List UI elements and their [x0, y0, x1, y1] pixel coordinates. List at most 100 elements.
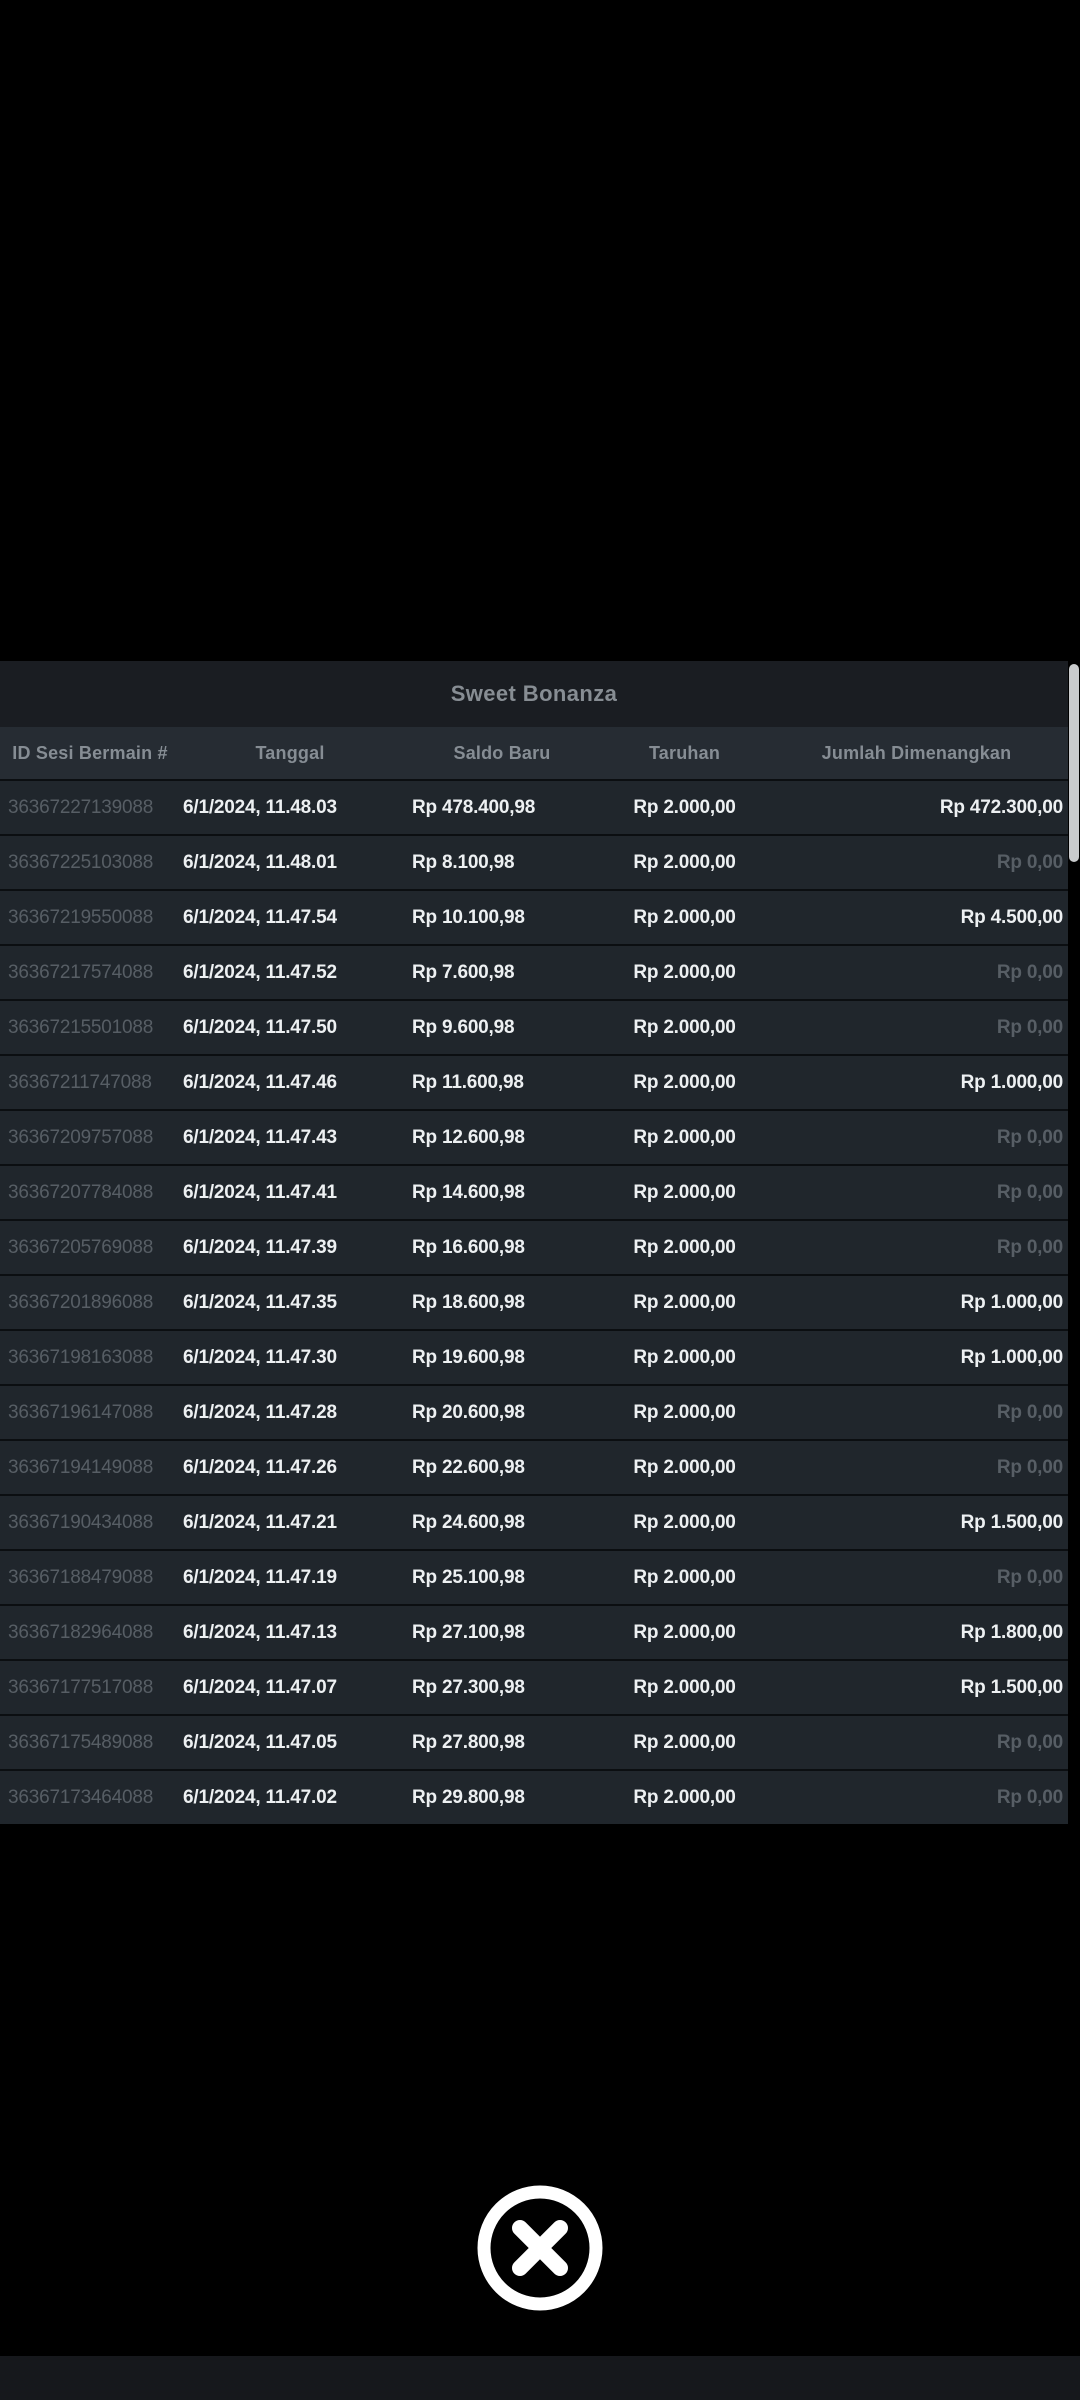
- table-row: 36367205769088 6/1/2024, 11.47.39 Rp 16.…: [0, 1219, 1068, 1274]
- cell-new-balance: Rp 29.800,98: [412, 1786, 525, 1808]
- cell-date: 6/1/2024, 11.47.41: [183, 1181, 337, 1203]
- cell-new-balance: Rp 478.400,98: [412, 796, 536, 818]
- cell-win-amount: Rp 1.000,00: [960, 1291, 1064, 1313]
- cell-new-balance: Rp 9.600,98: [412, 1016, 515, 1038]
- cell-new-balance: Rp 27.300,98: [412, 1676, 525, 1698]
- close-button[interactable]: [477, 2185, 603, 2311]
- cell-session-id: 36367211747088: [8, 1071, 152, 1093]
- cell-bet: Rp 2.000,00: [633, 851, 736, 873]
- cell-bet: Rp 2.000,00: [633, 1621, 736, 1643]
- cell-bet: Rp 2.000,00: [633, 1786, 736, 1808]
- cell-win-amount: Rp 0,00: [996, 1236, 1063, 1258]
- table-row: 36367175489088 6/1/2024, 11.47.05 Rp 27.…: [0, 1714, 1068, 1769]
- cell-bet: Rp 2.000,00: [633, 1676, 736, 1698]
- cell-session-id: 36367173464088: [8, 1786, 154, 1808]
- cell-session-id: 36367225103088: [8, 851, 154, 873]
- cell-win-amount: Rp 0,00: [996, 851, 1063, 873]
- cell-bet: Rp 2.000,00: [633, 906, 736, 928]
- table-row: 36367207784088 6/1/2024, 11.47.41 Rp 14.…: [0, 1164, 1068, 1219]
- cell-new-balance: Rp 22.600,98: [412, 1456, 525, 1478]
- cell-session-id: 36367205769088: [8, 1236, 154, 1258]
- cell-session-id: 36367227139088: [8, 796, 154, 818]
- cell-bet: Rp 2.000,00: [633, 1401, 736, 1423]
- cell-win-amount: Rp 0,00: [996, 1016, 1063, 1038]
- cell-session-id: 36367209757088: [8, 1126, 154, 1148]
- cell-bet: Rp 2.000,00: [633, 1126, 736, 1148]
- cell-new-balance: Rp 8.100,98: [412, 851, 515, 873]
- cell-new-balance: Rp 27.800,98: [412, 1731, 525, 1753]
- cell-date: 6/1/2024, 11.47.46: [183, 1071, 337, 1093]
- cell-new-balance: Rp 27.100,98: [412, 1621, 525, 1643]
- cell-bet: Rp 2.000,00: [633, 1511, 736, 1533]
- cell-date: 6/1/2024, 11.47.43: [183, 1126, 337, 1148]
- cell-date: 6/1/2024, 11.47.28: [183, 1401, 337, 1423]
- x-circle-icon: [477, 2185, 603, 2311]
- cell-new-balance: Rp 16.600,98: [412, 1236, 525, 1258]
- cell-session-id: 36367188479088: [8, 1566, 154, 1588]
- cell-date: 6/1/2024, 11.47.13: [183, 1621, 337, 1643]
- column-header-date: Tanggal: [255, 742, 325, 763]
- game-title: Sweet Bonanza: [450, 681, 618, 706]
- cell-date: 6/1/2024, 11.47.02: [183, 1786, 337, 1808]
- cell-bet: Rp 2.000,00: [633, 1456, 736, 1478]
- cell-bet: Rp 2.000,00: [633, 1566, 736, 1588]
- cell-new-balance: Rp 18.600,98: [412, 1291, 525, 1313]
- cell-session-id: 36367201896088: [8, 1291, 154, 1313]
- cell-win-amount: Rp 0,00: [996, 1181, 1063, 1203]
- cell-win-amount: Rp 1.500,00: [960, 1676, 1064, 1698]
- cell-date: 6/1/2024, 11.47.50: [183, 1016, 337, 1038]
- cell-win-amount: Rp 4.500,00: [960, 906, 1064, 928]
- table-row: 36367182964088 6/1/2024, 11.47.13 Rp 27.…: [0, 1604, 1068, 1659]
- cell-date: 6/1/2024, 11.47.05: [183, 1731, 337, 1753]
- table-row: 36367219550088 6/1/2024, 11.47.54 Rp 10.…: [0, 889, 1068, 944]
- cell-win-amount: Rp 1.000,00: [960, 1071, 1064, 1093]
- table-row: 36367198163088 6/1/2024, 11.47.30 Rp 19.…: [0, 1329, 1068, 1384]
- cell-session-id: 36367215501088: [8, 1016, 154, 1038]
- table-row: 36367209757088 6/1/2024, 11.47.43 Rp 12.…: [0, 1109, 1068, 1164]
- cell-new-balance: Rp 12.600,98: [412, 1126, 525, 1148]
- cell-win-amount: Rp 0,00: [996, 1401, 1063, 1423]
- table-row: 36367196147088 6/1/2024, 11.47.28 Rp 20.…: [0, 1384, 1068, 1439]
- cell-new-balance: Rp 11.600,98: [412, 1071, 524, 1093]
- table-row: 36367217574088 6/1/2024, 11.47.52 Rp 7.6…: [0, 944, 1068, 999]
- cell-date: 6/1/2024, 11.47.54: [183, 906, 337, 928]
- cell-date: 6/1/2024, 11.47.26: [183, 1456, 337, 1478]
- cell-bet: Rp 2.000,00: [633, 961, 736, 983]
- cell-new-balance: Rp 10.100,98: [412, 906, 525, 928]
- table-row: 36367215501088 6/1/2024, 11.47.50 Rp 9.6…: [0, 999, 1068, 1054]
- cell-win-amount: Rp 1.000,00: [960, 1346, 1064, 1368]
- cell-session-id: 36367182964088: [8, 1621, 154, 1643]
- table-row: 36367190434088 6/1/2024, 11.47.21 Rp 24.…: [0, 1494, 1068, 1549]
- cell-bet: Rp 2.000,00: [633, 1346, 736, 1368]
- cell-date: 6/1/2024, 11.47.21: [183, 1511, 337, 1533]
- cell-win-amount: Rp 1.500,00: [960, 1511, 1064, 1533]
- column-header-balance: Saldo Baru: [453, 742, 551, 763]
- cell-win-amount: Rp 0,00: [996, 1786, 1063, 1808]
- cell-date: 6/1/2024, 11.47.52: [183, 961, 337, 983]
- table-row: 36367227139088 6/1/2024, 11.48.03 Rp 478…: [0, 779, 1068, 834]
- cell-bet: Rp 2.000,00: [633, 796, 736, 818]
- cell-new-balance: Rp 24.600,98: [412, 1511, 525, 1533]
- table-row: 36367177517088 6/1/2024, 11.47.07 Rp 27.…: [0, 1659, 1068, 1714]
- cell-session-id: 36367198163088: [8, 1346, 154, 1368]
- cell-date: 6/1/2024, 11.48.01: [183, 851, 337, 873]
- cell-new-balance: Rp 25.100,98: [412, 1566, 525, 1588]
- cell-new-balance: Rp 19.600,98: [412, 1346, 525, 1368]
- cell-date: 6/1/2024, 11.48.03: [183, 796, 337, 818]
- table-row: 36367194149088 6/1/2024, 11.47.26 Rp 22.…: [0, 1439, 1068, 1494]
- cell-win-amount: Rp 1.800,00: [960, 1621, 1064, 1643]
- cell-new-balance: Rp 14.600,98: [412, 1181, 525, 1203]
- modal-title-bar: Sweet Bonanza: [0, 661, 1068, 727]
- cell-session-id: 36367190434088: [8, 1511, 154, 1533]
- table-header-row: ID Sesi Bermain # Tanggal Saldo Baru Tar…: [0, 727, 1068, 779]
- cell-bet: Rp 2.000,00: [633, 1291, 736, 1313]
- cell-new-balance: Rp 7.600,98: [412, 961, 515, 983]
- cell-bet: Rp 2.000,00: [633, 1016, 736, 1038]
- scrollbar-thumb[interactable]: [1069, 664, 1079, 862]
- cell-win-amount: Rp 0,00: [996, 1126, 1063, 1148]
- cell-date: 6/1/2024, 11.47.39: [183, 1236, 337, 1258]
- cell-win-amount: Rp 472.300,00: [939, 796, 1063, 818]
- cell-session-id: 36367177517088: [8, 1676, 154, 1698]
- cell-date: 6/1/2024, 11.47.07: [183, 1676, 337, 1698]
- cell-date: 6/1/2024, 11.47.35: [183, 1291, 337, 1313]
